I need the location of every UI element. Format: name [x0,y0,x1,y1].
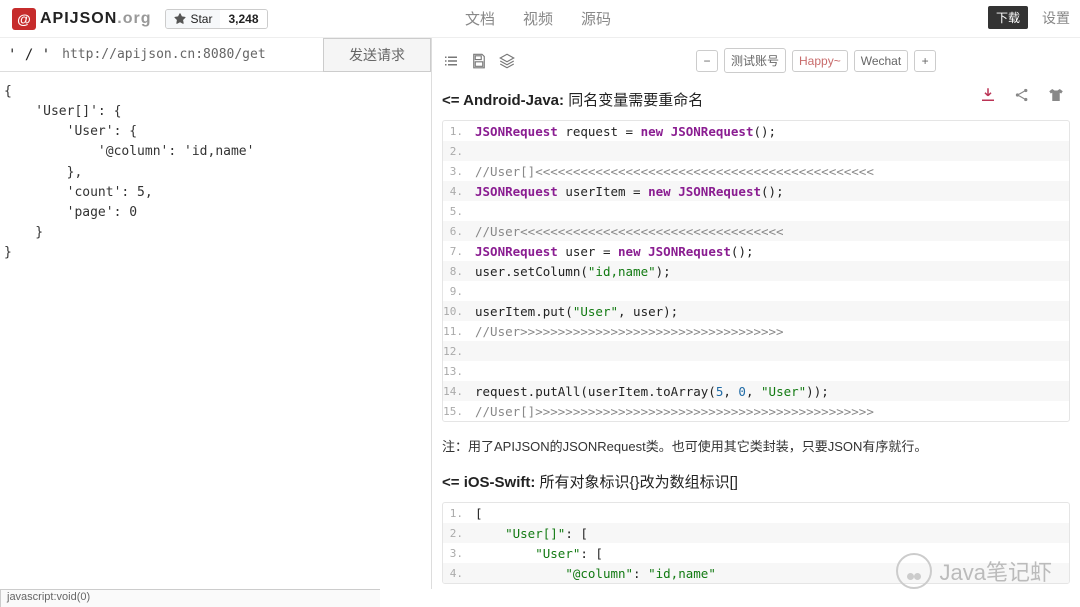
section-android-head: <= Android-Java: 同名变量需要重命名 [442,89,1070,110]
code-line: 8.user.setColumn("id,name"); [443,261,1069,281]
download-chip[interactable]: 下载 [988,6,1028,29]
tab-test-account[interactable]: 测试账号 [724,48,786,73]
tab-happy[interactable]: Happy~ [792,50,848,72]
code-line: 15.//User[]>>>>>>>>>>>>>>>>>>>>>>>>>>>>>… [443,401,1069,421]
code-line: 11.//User>>>>>>>>>>>>>>>>>>>>>>>>>>>>>>>… [443,321,1069,341]
note-text: 注：用了APIJSON的JSONRequest类。也可使用其它类封装，只要JSO… [442,436,1070,455]
share-icon[interactable] [1013,86,1031,104]
tab-collapse[interactable]: − [696,50,718,72]
code-line: 10.userItem.put("User", user); [443,301,1069,321]
code-line: 9. [443,281,1069,301]
code-line: 3.//User[]<<<<<<<<<<<<<<<<<<<<<<<<<<<<<<… [443,161,1069,181]
url-prefix: ' / ' [0,47,58,63]
json-editor[interactable]: { 'User[]': { 'User': { '@column': 'id,n… [0,72,431,589]
toolbar: − 测试账号 Happy~ Wechat + [442,44,1070,83]
status-bar: javascript:void(0) [0,589,380,607]
logo[interactable]: @ APIJSON.org [12,8,151,30]
code-line: 4.JSONRequest userItem = new JSONRequest… [443,181,1069,201]
tab-wechat[interactable]: Wechat [854,50,908,72]
code-line: 2. "User[]": [ [443,523,1069,543]
app-header: @ APIJSON.org Star 3,248 文档 视频 源码 下载 设置 [0,0,1080,38]
url-input[interactable] [58,39,323,71]
section-ios-head: <= iOS-Swift: 所有对象标识{}改为数组标识[] [442,471,1070,492]
response-pane: − 测试账号 Happy~ Wechat + <= Android-Java: … [432,38,1080,589]
main-area: ' / ' 发送请求 { 'User[]': { 'User': { '@col… [0,38,1080,589]
request-pane: ' / ' 发送请求 { 'User[]': { 'User': { '@col… [0,38,432,589]
code-line: 6.//User<<<<<<<<<<<<<<<<<<<<<<<<<<<<<<<<… [443,221,1069,241]
account-tabs: − 测试账号 Happy~ Wechat + [696,48,936,73]
send-request-button[interactable]: 发送请求 [323,38,431,72]
star-label: Star [190,12,212,26]
download-icon[interactable] [979,86,997,104]
nav-docs[interactable]: 文档 [465,8,495,29]
code-line: 7.JSONRequest user = new JSONRequest(); [443,241,1069,261]
header-right: 下载 设置 [988,6,1070,29]
code-line: 5. [443,201,1069,221]
watermark: Java笔记虾 [896,553,1052,589]
code-line: 12. [443,341,1069,361]
wechat-icon [896,553,932,589]
nav-video[interactable]: 视频 [523,8,553,29]
logo-icon: @ [12,8,36,30]
list-icon[interactable] [442,52,460,70]
code-line: 1.JSONRequest request = new JSONRequest(… [443,121,1069,141]
code-line: 2. [443,141,1069,161]
settings-link[interactable]: 设置 [1042,8,1070,28]
nav-source[interactable]: 源码 [581,8,611,29]
url-row: ' / ' 发送请求 [0,38,431,72]
save-icon[interactable] [470,52,488,70]
star-count: 3,248 [220,10,266,28]
tab-add[interactable]: + [914,50,936,72]
action-icons [979,86,1065,104]
code-line: 14.request.putAll(userItem.toArray(5, 0,… [443,381,1069,401]
code-line: 13. [443,361,1069,381]
logo-text: APIJSON.org [40,10,151,28]
tshirt-icon[interactable] [1047,86,1065,104]
code-block-android: 1.JSONRequest request = new JSONRequest(… [442,120,1070,422]
layers-icon[interactable] [498,52,516,70]
code-line: 1.[ [443,503,1069,523]
github-star-badge[interactable]: Star 3,248 [165,9,267,29]
star-icon [174,13,186,25]
top-nav: 文档 视频 源码 [465,8,611,29]
